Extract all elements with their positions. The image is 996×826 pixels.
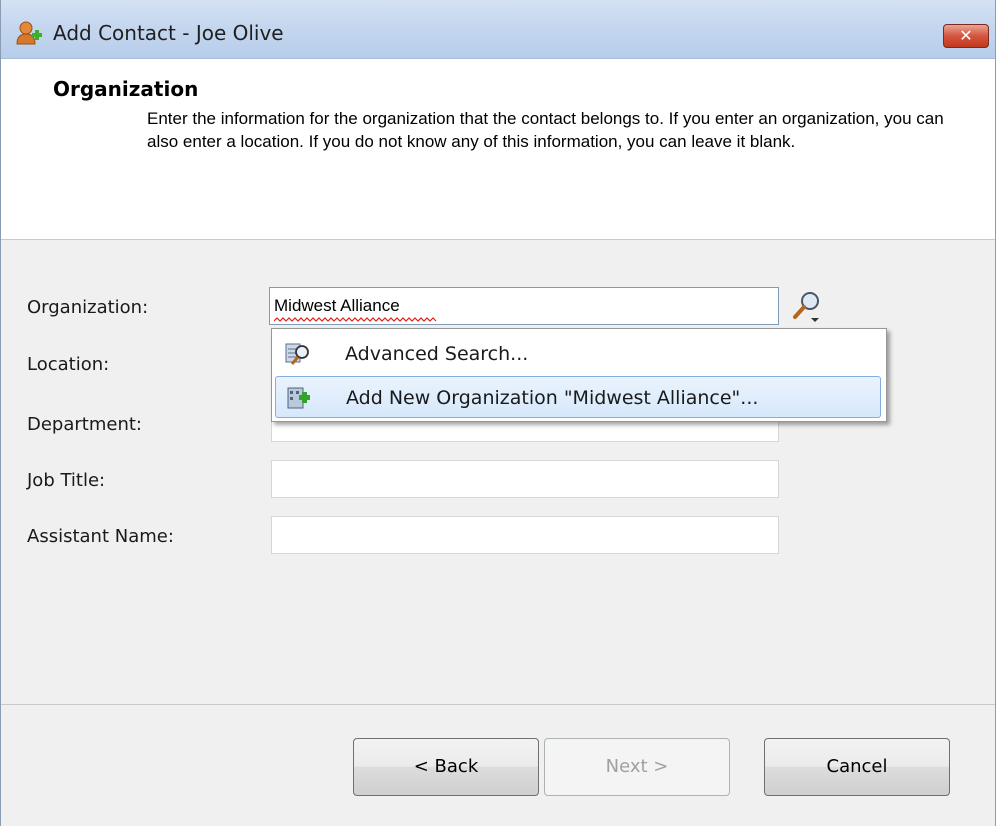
section-title: Organization [53,77,199,101]
assistant-name-input[interactable] [271,516,779,554]
job-title-label: Job Title: [27,470,106,491]
menu-item-label: Advanced Search... [345,343,529,365]
menu-item-label: Add New Organization "Midwest Alliance".… [346,387,759,409]
organization-suggestions-menu: Advanced Search... Add New Organization … [271,328,887,422]
cancel-button[interactable]: Cancel [764,738,950,796]
organization-value: Midwest Alliance [274,296,400,315]
window-title: Add Contact - Joe Olive [53,21,284,45]
assistant-name-label: Assistant Name: [27,526,174,547]
spellcheck-underline [274,317,437,322]
organization-search-icon[interactable] [789,288,825,324]
advanced-search-icon [285,343,309,365]
organization-label: Organization: [27,297,149,318]
section-description: Enter the information for the organizati… [147,109,944,151]
location-label: Location: [27,354,110,375]
organization-input[interactable]: Midwest Alliance [269,287,779,325]
footer-divider [1,704,995,705]
menu-item-advanced-search[interactable]: Advanced Search... [275,333,881,375]
add-contact-icon [16,21,42,45]
add-organization-icon [287,387,310,409]
title-bar[interactable]: Add Contact - Joe Olive ✕ [1,0,995,59]
next-button[interactable]: Next > [544,738,730,796]
wizard-header: Organization Enter the information for t… [1,59,995,240]
job-title-input[interactable] [271,460,779,498]
back-button[interactable]: < Back [353,738,539,796]
menu-item-add-new-organization[interactable]: Add New Organization "Midwest Alliance".… [275,376,881,418]
close-button[interactable]: ✕ [943,24,989,48]
department-label: Department: [27,414,142,435]
add-contact-dialog: Add Contact - Joe Olive ✕ Organization E… [0,0,996,826]
close-icon: ✕ [959,26,973,45]
